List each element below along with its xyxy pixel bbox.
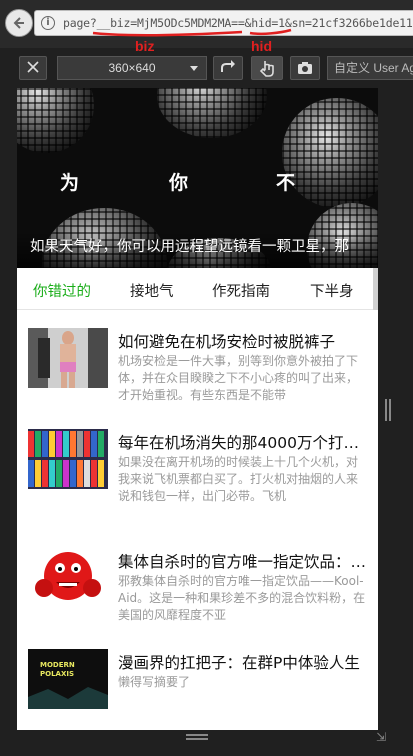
disco-ball: [17, 88, 94, 153]
banner-caption: 如果天气好，你可以用远程望远镜看一颗卫星，那: [30, 239, 349, 255]
thumbnail-text: MODERN: [40, 661, 75, 669]
disco-ball: [282, 98, 378, 208]
list-item[interactable]: 每年在机场消失的那4000万个打火机 如果没在离开机场的时候装上十几个火机，对我…: [17, 429, 378, 537]
list-item[interactable]: 如何避免在机场安检时被脱裤子 机场安检是一件大事，别等到你意外被拍了下体，并在众…: [17, 328, 378, 436]
disco-ball: [157, 88, 267, 138]
annotation-underlines: [92, 28, 292, 37]
list-item[interactable]: 集体自杀时的官方唯一指定饮品：Kool-Aid 邪教集体自杀时的官方唯一指定饮品…: [17, 548, 378, 656]
device-size-label: 360×640: [108, 61, 156, 75]
thumbnail-text: POLAXIS: [40, 670, 75, 678]
article-title: 漫画界的扛把子：在群P中体验人生: [118, 654, 360, 672]
banner-image[interactable]: 为 你 不 如果天气好，你可以用远程望远镜看一颗卫星，那: [17, 88, 378, 268]
touch-simulation-button[interactable]: [251, 56, 283, 80]
address-bar: i page?__biz=MjM5ODc5MDM2MA==&hid=1&sn=2…: [0, 0, 413, 48]
device-viewport: 为 你 不 如果天气好，你可以用远程望远镜看一颗卫星，那 你错过的 接地气 作死…: [17, 88, 378, 730]
rotate-icon: [221, 60, 235, 72]
screenshot-button[interactable]: [290, 56, 320, 80]
tab-death-guide[interactable]: 作死指南: [212, 280, 270, 301]
touch-icon: [259, 61, 274, 77]
article-summary: 如果没在离开机场的时候装上十几个火机，对我来说飞机票都白买了。打火机对抽烟的人来…: [118, 455, 359, 503]
article-summary: 机场安检是一件大事，别等到你意外被拍了下体，并在众目睽睽之下不小心疼的叫了出来，…: [118, 354, 359, 402]
article-title: 如何避免在机场安检时被脱裤子: [118, 333, 336, 351]
list-item[interactable]: MODERN POLAXIS 漫画界的扛把子：在群P中体验人生 懒得写摘要了: [17, 649, 378, 730]
article-summary: 懒得写摘要了: [118, 675, 191, 689]
resize-corner-icon[interactable]: ⇲: [376, 730, 386, 744]
banner-char: 为: [60, 172, 80, 194]
article-thumbnail: [28, 429, 108, 489]
banner-char: 不: [276, 172, 296, 194]
article-thumbnail: MODERN POLAXIS: [28, 649, 108, 709]
category-tabs: 你错过的 接地气 作死指南 下半身: [17, 268, 378, 310]
close-icon: [27, 61, 39, 73]
article-title: 集体自杀时的官方唯一指定饮品：Kool-Aid: [118, 553, 368, 571]
banner-char: 你: [169, 172, 189, 194]
tab-missed[interactable]: 你错过的: [33, 280, 91, 301]
device-size-select[interactable]: 360×640: [57, 56, 207, 80]
article-title: 每年在机场消失的那4000万个打火机: [118, 434, 368, 452]
rotate-button[interactable]: [213, 56, 243, 80]
tabs-scrollbar[interactable]: [373, 268, 378, 310]
article-summary: 邪教集体自杀时的官方唯一指定饮品——Kool-Aid。这是一种和果珍差不多的混合…: [118, 574, 366, 622]
device-toolbar: 360×640 自定义 User Age: [0, 52, 413, 82]
tab-down-to-earth[interactable]: 接地气: [130, 280, 174, 301]
article-thumbnail: [28, 328, 108, 388]
close-device-button[interactable]: [19, 56, 47, 80]
resize-handle-bottom[interactable]: [186, 734, 208, 740]
resize-handle-right[interactable]: [385, 399, 391, 421]
camera-icon: [298, 62, 312, 74]
chevron-down-icon: [190, 66, 198, 71]
user-agent-input[interactable]: 自定义 User Age: [327, 56, 413, 80]
article-thumbnail: [28, 548, 108, 608]
tab-lower-body[interactable]: 下半身: [310, 280, 354, 301]
